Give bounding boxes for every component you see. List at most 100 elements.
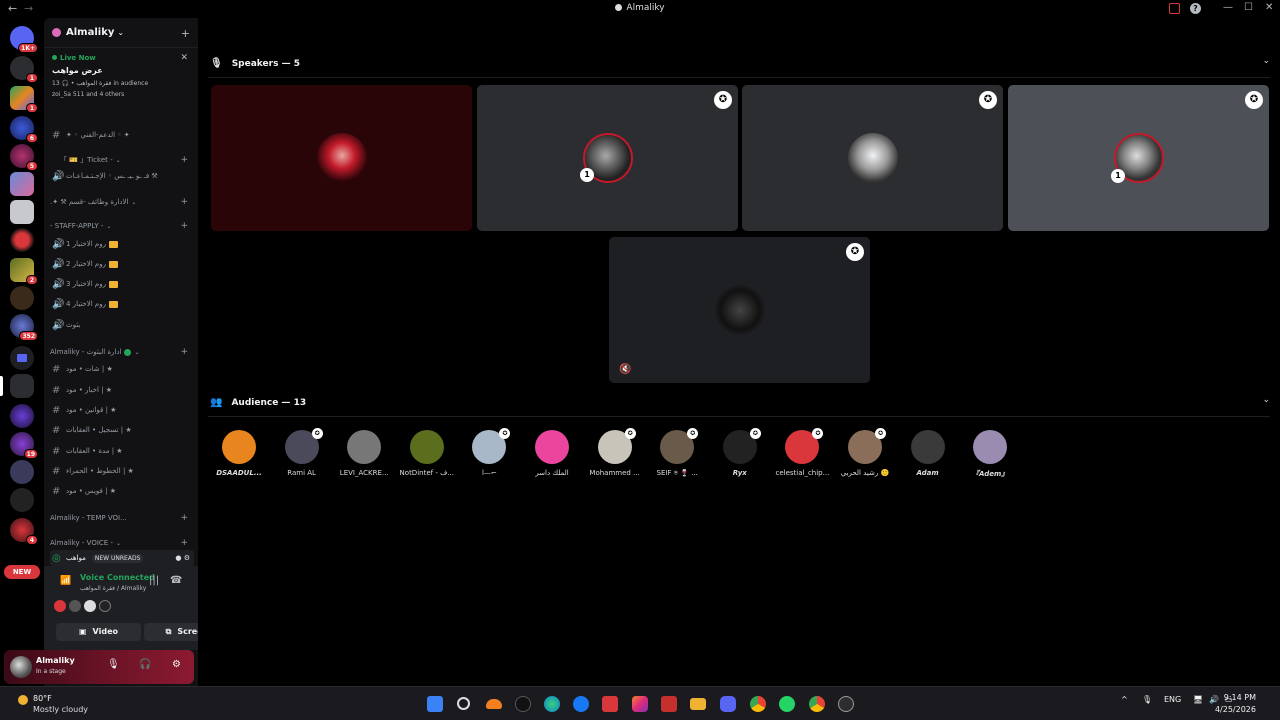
category-item[interactable]: Almaliky - ادارة البثوث ⌄ + [50, 344, 194, 360]
category-item[interactable]: - STAFF-APPLY - ⌄ + [50, 218, 194, 234]
channel-item[interactable]: # مدة • العقابات | ★ [50, 443, 194, 459]
speaker-tile[interactable]: ✪ [742, 85, 1003, 231]
live-stage-card[interactable]: Live Now ✕ عرض مواهب فقرة المواهب • 🎧 13… [44, 48, 198, 110]
add-channel-icon[interactable]: + [180, 538, 188, 548]
category-item[interactable]: Almaliky - TEMP VOI... + [50, 510, 194, 526]
server-icon[interactable] [10, 228, 34, 252]
video-button[interactable]: ▣ Video [56, 623, 141, 641]
server-icon[interactable]: 19 [10, 432, 38, 459]
audience-member[interactable]: ✪ Mohammed ... [584, 428, 646, 477]
server-icon[interactable] [10, 460, 34, 484]
channel-item[interactable]: 🔊 روم الاختبار 4 [50, 296, 194, 312]
speakers-header[interactable]: 🎙 Speakers — 5 [210, 58, 300, 69]
server-icon[interactable]: 2 [10, 258, 38, 285]
minimize-button[interactable]: — [1223, 2, 1233, 13]
clock[interactable]: 9:14 PM 4/25/2026 [1215, 692, 1256, 716]
chevron-down-icon[interactable]: ⌄ [1262, 56, 1270, 66]
user-name[interactable]: Almaliky [36, 656, 75, 665]
audience-member[interactable]: ✪ ا—⌐ [458, 428, 520, 477]
new-pill[interactable]: NEW [4, 565, 40, 579]
microphone-icon[interactable]: 🎙 [1142, 695, 1152, 704]
file-explorer-icon[interactable] [690, 698, 706, 710]
maximize-button[interactable]: ☐ [1244, 2, 1253, 13]
stage-channel-item[interactable]: ◎ مواهب NEW UNREADS ● ⚙ [50, 550, 194, 566]
channel-item[interactable]: # قوانين • مود | ★ [50, 402, 194, 418]
language-indicator[interactable]: ENG [1164, 695, 1181, 704]
discord-icon[interactable] [720, 696, 736, 712]
channel-item[interactable]: 🔊 روم الاختبار 1 [50, 236, 194, 252]
app-icon[interactable] [838, 696, 854, 712]
add-channel-icon[interactable]: + [180, 347, 188, 357]
search-icon[interactable] [457, 697, 470, 710]
chrome-icon[interactable] [809, 696, 825, 712]
category-item[interactable]: Almaliky - VOICE - ⌄ + [50, 535, 194, 551]
audience-member[interactable]: DSAADUL... [208, 430, 270, 477]
headphones-icon[interactable]: 🎧 [139, 659, 151, 670]
server-icon[interactable]: 352 [10, 314, 38, 341]
add-member-icon[interactable]: + [181, 27, 190, 40]
network-icon[interactable]: 🖥 [1193, 695, 1203, 704]
start-icon[interactable] [427, 696, 443, 712]
whatsapp-icon[interactable] [779, 696, 795, 712]
inbox-icon[interactable] [1169, 3, 1180, 14]
disconnect-icon[interactable]: ☎ [170, 575, 182, 586]
channel-item[interactable]: # اخبار • مود | ★ [50, 382, 194, 398]
help-icon[interactable]: ? [1190, 3, 1201, 14]
add-channel-icon[interactable]: + [180, 155, 188, 165]
audience-member[interactable]: LEVI_ACKRE... [333, 430, 395, 477]
server-icon[interactable]: 1 [10, 56, 38, 83]
server-icon[interactable] [10, 286, 34, 310]
voice-connected-title[interactable]: Voice Connected [80, 573, 155, 582]
channel-item[interactable]: 🔊 بثوث [50, 317, 194, 333]
audience-member[interactable]: ✪ رشيد الحربي 🙂 [834, 428, 896, 477]
server-icon[interactable] [10, 172, 34, 196]
channel-item[interactable]: 🔊 فـ ـو ـيـ ـس ◦ الإجـتـمـاعـات ⚒ [50, 168, 194, 184]
cloudflare-icon[interactable] [486, 699, 502, 709]
category-item[interactable]: 「 🎫 」Ticket - ⌄ + [50, 152, 194, 168]
instagram-icon[interactable] [632, 696, 648, 712]
voice-connected-subtitle[interactable]: فقرة المواهب / Almaliky [80, 585, 146, 592]
new-unreads-pill[interactable]: NEW UNREADS [91, 553, 144, 563]
audience-member[interactable]: ✪ SEIF ⍟ 🍷 ... [646, 428, 708, 478]
channel-item[interactable]: # ✦ ◦ الدعم-الفني ◦ ✦ [50, 127, 194, 143]
add-channel-icon[interactable]: + [180, 221, 188, 231]
channel-item[interactable]: 🔊 روم الاختبار 3 [50, 276, 194, 292]
channel-item[interactable]: # الخطوط • الحمراء | ★ [50, 463, 194, 479]
audience-member[interactable]: 『Adem』 [959, 430, 1021, 479]
audience-member[interactable]: ✪ Ryx [709, 428, 771, 477]
audience-member[interactable]: ✪ celestial_chip... [771, 428, 833, 477]
speaker-tile[interactable]: ✪ 🔇 [609, 237, 870, 383]
app-icon[interactable] [515, 696, 531, 712]
audience-header[interactable]: 👥 Audience — 13 [210, 397, 306, 408]
add-channel-icon[interactable]: + [180, 513, 188, 523]
server-icon[interactable]: 6 [10, 116, 38, 143]
chrome-icon[interactable] [750, 696, 766, 712]
channel-item[interactable]: # فويس • مود | ★ [50, 483, 194, 499]
close-button[interactable]: ✕ [1265, 2, 1273, 13]
server-icon[interactable]: 5 [10, 144, 38, 171]
channel-item[interactable]: 🔊 روم الاختبار 2 [50, 256, 194, 272]
facebook-icon[interactable] [573, 696, 589, 712]
server-icon-almaliky[interactable] [10, 374, 34, 398]
anydesk-icon[interactable] [602, 696, 618, 712]
gear-icon[interactable]: ⚙ [172, 659, 181, 670]
channel-item[interactable]: # شات • مود | ★ [50, 361, 194, 377]
direct-messages-icon[interactable]: 1K+ [10, 26, 38, 53]
chevron-up-icon[interactable]: ^ [1121, 695, 1128, 704]
chevron-down-icon[interactable]: ⌄ [1262, 395, 1270, 405]
speaker-tile[interactable] [211, 85, 472, 231]
edge-icon[interactable] [544, 696, 560, 712]
server-icon[interactable] [10, 404, 34, 428]
audience-member[interactable]: الملك داسر [521, 430, 583, 477]
user-avatar[interactable] [10, 656, 32, 678]
server-icon[interactable]: 4 [10, 518, 38, 545]
server-header[interactable]: Almaliky ⌄ + [44, 18, 198, 48]
microphone-icon[interactable]: 🎙 [107, 659, 120, 670]
channel-item[interactable]: # تسجيل • العقابات | ★ [50, 422, 194, 438]
app-icon[interactable] [661, 696, 677, 712]
noise-suppression-icon[interactable]: ||| [149, 575, 159, 586]
add-channel-icon[interactable]: + [180, 197, 188, 207]
server-folder-icon[interactable]: 1 [10, 86, 38, 113]
server-icon[interactable] [10, 200, 34, 224]
audience-member[interactable]: Adam [897, 430, 959, 477]
